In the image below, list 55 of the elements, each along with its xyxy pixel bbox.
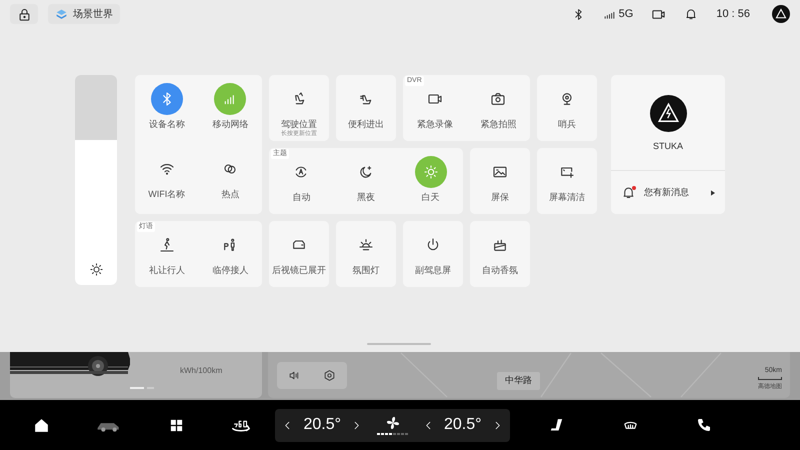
quick-toggle[interactable]: 自动香氛 [470, 221, 530, 287]
bell-icon [684, 7, 698, 21]
avatar-icon[interactable] [650, 95, 686, 132]
fan-icon [384, 415, 400, 431]
quick-toggle[interactable]: 设备名称 [135, 75, 198, 144]
energy-unit: kWh/100km [180, 365, 222, 377]
quick-toggle[interactable]: 屏幕清洁 [537, 148, 597, 214]
quick-toggle[interactable]: 黑夜 [334, 148, 398, 214]
apps-button[interactable] [168, 418, 184, 432]
pedestrian-icon [158, 237, 175, 253]
lock-icon [16, 6, 32, 22]
camera-icon [490, 91, 506, 107]
quick-toggle[interactable]: 白天 [398, 148, 464, 214]
fragrance-icon [492, 237, 508, 253]
brightness-slider[interactable] [75, 75, 117, 285]
clock: 10 : 56 [716, 6, 750, 22]
scale-bar [758, 377, 782, 380]
user-name: STUKA [652, 140, 683, 153]
quick-toggle[interactable]: 紧急拍照 [466, 75, 530, 141]
quick-toggle[interactable]: 后视镜已展开 [269, 221, 329, 287]
quick-toggle[interactable]: 副驾息屏 [403, 221, 463, 287]
notification-row[interactable]: 您有新消息 [611, 171, 725, 214]
power-icon [425, 237, 441, 253]
temperature: 20.5° [303, 415, 342, 435]
bell-icon [621, 185, 636, 200]
sun-icon [88, 262, 104, 277]
sunrise-icon [358, 237, 374, 253]
temperature: 20.5° [444, 415, 482, 435]
apps-grid-icon [168, 418, 184, 432]
quick-toggle[interactable]: 移动网络 [198, 75, 262, 144]
fan-button[interactable] [377, 415, 408, 435]
network-type: 5G [618, 6, 634, 22]
scene-world-button[interactable]: 场景世界 [48, 4, 120, 24]
quick-toggle[interactable]: 氛围灯 [336, 221, 396, 287]
lock-button[interactable] [10, 4, 38, 24]
home-button[interactable] [33, 416, 50, 434]
home-icon [33, 416, 50, 434]
moon-icon [358, 164, 374, 180]
quick-toggle[interactable]: 便利进出 [336, 75, 396, 141]
speaker-icon [288, 369, 301, 382]
image-icon [492, 164, 508, 180]
quick-toggle[interactable]: 热点 [198, 144, 262, 214]
phone-icon [696, 417, 712, 433]
quick-toggle[interactable]: 屏保 [470, 148, 530, 214]
phone-button[interactable] [696, 417, 712, 433]
quick-toggle[interactable]: 哨兵 [537, 75, 597, 141]
quick-toggle[interactable]: WIFI名称 [135, 144, 198, 214]
quick-toggle[interactable]: 临停接人 [198, 221, 262, 287]
caret-icon [711, 190, 715, 196]
sun-icon [422, 164, 439, 180]
layers-icon [55, 8, 68, 20]
road-label: 中华路 [497, 372, 540, 390]
avatar-icon[interactable] [772, 5, 790, 23]
drag-handle[interactable] [367, 343, 431, 345]
settings-icon [323, 369, 336, 382]
